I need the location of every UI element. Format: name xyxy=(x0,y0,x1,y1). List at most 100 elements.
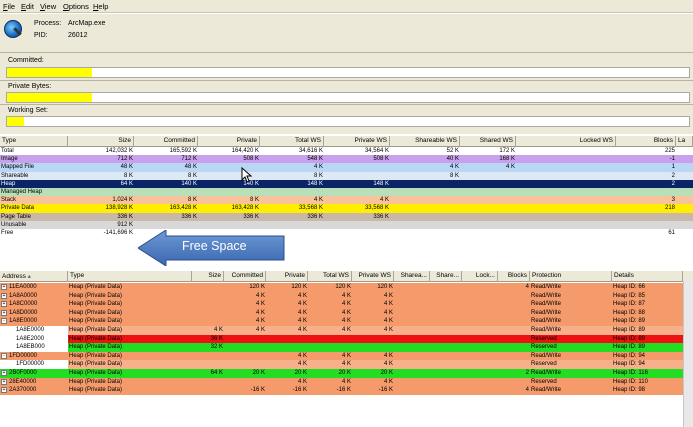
column-header[interactable]: Blocks xyxy=(616,136,676,147)
table-row[interactable]: +28E40000 Heap (Private Data) 4 K 4 K 4 K Res… xyxy=(0,377,693,387)
column-header[interactable]: La xyxy=(676,136,693,147)
column-header[interactable]: Shared WS xyxy=(460,136,516,147)
column-header[interactable]: Shareable WS xyxy=(390,136,460,147)
cell: 4 K xyxy=(341,352,351,359)
column-header[interactable]: Locked WS xyxy=(516,136,616,147)
column-header[interactable]: Share... xyxy=(430,271,462,282)
cell: 8 K xyxy=(187,172,197,179)
menu-options[interactable]: Options xyxy=(63,2,89,11)
column-header[interactable]: Total WS xyxy=(308,271,352,282)
cell: 165,592 K xyxy=(169,148,197,154)
table-row[interactable]: 1A8E0000 Heap (Private Data) 4 K 4 K 4 K 4 K 4… xyxy=(0,326,693,335)
column-header[interactable]: Committed xyxy=(224,271,266,282)
menu-view[interactable]: View xyxy=(40,2,56,11)
cell: -1FD00000 xyxy=(0,352,68,361)
table-row[interactable]: +1A8C0000 Heap (Private Data) 4 K 4 K 4 K 4 K… xyxy=(0,300,693,309)
table-row[interactable]: +11EA0000 Heap (Private Data) 120 K 120 K 12… xyxy=(0,283,693,292)
cell xyxy=(430,335,462,344)
menu-edit[interactable]: Edit xyxy=(21,2,34,11)
menu-file[interactable]: File xyxy=(3,2,15,11)
private-bytes-meter-fill xyxy=(7,93,93,102)
free-space-callout: Free Space xyxy=(137,229,286,267)
table-row[interactable]: -1FD00000 Heap (Private Data) 4 K 4 K 4 K Rea… xyxy=(0,351,693,361)
column-header[interactable]: Private xyxy=(266,271,308,282)
cell xyxy=(192,309,224,318)
summary-row[interactable]: Mapped File 48 K 48 K 4 K 4 K 4 K 1 xyxy=(0,163,693,172)
column-header[interactable]: Blocks xyxy=(498,271,530,282)
expand-icon[interactable]: + xyxy=(1,378,7,385)
cell: +1A8C0000 xyxy=(1,301,38,308)
menu-help[interactable]: Help xyxy=(93,2,108,11)
cell xyxy=(308,335,352,344)
table-row[interactable]: +2A370000 Heap (Private Data) -16 K -16 K -1… xyxy=(0,386,693,395)
expand-icon[interactable]: + xyxy=(1,284,7,290)
cell xyxy=(462,352,498,361)
cell xyxy=(324,188,390,196)
column-header[interactable]: Committed xyxy=(134,136,198,147)
committed-meter xyxy=(6,67,690,78)
summary-row[interactable]: Private Data 138,928 K 163,428 K 163,428 K 3… xyxy=(0,204,693,213)
collapse-icon[interactable]: - xyxy=(1,318,7,325)
cell: -1 xyxy=(669,156,675,163)
expand-icon[interactable]: + xyxy=(1,309,7,316)
cell: 2 xyxy=(671,172,675,179)
column-header[interactable]: Type xyxy=(0,136,68,147)
cell xyxy=(394,309,430,318)
vertical-scrollbar[interactable] xyxy=(683,281,693,427)
expand-icon[interactable]: + xyxy=(1,387,7,394)
cell: 4 K xyxy=(383,301,393,308)
column-header[interactable]: Private WS xyxy=(352,271,394,282)
summary-row[interactable]: Managed Heap xyxy=(0,188,693,197)
expand-icon[interactable]: + xyxy=(1,301,7,308)
summary-row[interactable]: Page Table 336 K 336 K 336 K 336 K 336 K xyxy=(0,212,693,221)
summary-row[interactable]: Free -141,696 K 61 xyxy=(0,229,693,238)
column-header[interactable]: Protection xyxy=(530,271,612,282)
cell xyxy=(430,343,462,352)
cell xyxy=(616,221,676,229)
summary-row[interactable]: Stack 1,024 K 8 K 8 K 4 K 4 K 3 xyxy=(0,196,693,205)
table-row[interactable]: 1FD00000 Heap (Private Data) 4 K 4 K 4 K Rese… xyxy=(0,360,693,369)
column-header[interactable]: Private WS xyxy=(324,136,390,147)
column-header[interactable]: Size xyxy=(192,271,224,282)
table-row[interactable]: 1A8E2000 Heap (Private Data) 36 K Reserved H… xyxy=(0,334,693,344)
cell: 33,568 K xyxy=(298,205,323,212)
cell: Shareable xyxy=(1,172,29,179)
cell: 20 K xyxy=(252,370,265,376)
summary-row[interactable]: Heap 64 K 140 K 140 K 148 K 148 K2 xyxy=(0,179,693,188)
column-header[interactable]: Private xyxy=(198,136,260,147)
cell: 34,616 K xyxy=(298,148,323,154)
column-header[interactable]: Details xyxy=(612,271,683,282)
cell xyxy=(394,300,430,309)
table-row[interactable]: +1A8D0000 Heap (Private Data) 4 K 4 K 4 K 4 K… xyxy=(0,308,693,318)
cell xyxy=(192,300,224,309)
cell xyxy=(224,360,266,369)
summary-row[interactable]: Image 712 K 712 K 508 K 548 K 508 K 40 K 168 K -… xyxy=(0,155,693,164)
table-row[interactable]: +1A8A0000 Heap (Private Data) 4 K 4 K 4 K 4 K… xyxy=(0,291,693,301)
column-header[interactable]: Address ▴ xyxy=(0,271,68,282)
summary-row[interactable]: Shareable 8 K 8 K 8 K 8 K 2 xyxy=(0,171,693,180)
cell: 48 K xyxy=(120,164,133,171)
summary-row[interactable]: Unusable 912 K xyxy=(0,220,693,229)
cell xyxy=(516,221,616,229)
cell: Read/Write xyxy=(531,352,561,359)
expand-icon[interactable]: + xyxy=(1,292,7,299)
expand-icon[interactable]: + xyxy=(1,370,7,376)
process-icon xyxy=(4,20,22,38)
cell xyxy=(224,352,266,361)
column-header[interactable]: Size xyxy=(68,136,134,147)
cell xyxy=(430,378,462,387)
table-row[interactable]: -1A8E0000 Heap (Private Data) 4 K 4 K 4 K 4 K… xyxy=(0,317,693,326)
column-header[interactable]: Type xyxy=(68,271,192,282)
cell xyxy=(260,221,324,229)
cell: 33,568 K xyxy=(364,205,389,212)
table-row[interactable]: +2B0F0000 Heap (Private Data) 64 K 20 K 20 K… xyxy=(0,369,693,378)
cell: 120 K xyxy=(335,284,351,290)
column-header[interactable]: Sharea... xyxy=(394,271,430,282)
summary-row[interactable]: Total 142,032 K 165,592 K 164,420 K 34,616 K… xyxy=(0,147,693,156)
cell: 4 K xyxy=(341,309,351,316)
cell: 336 K xyxy=(373,213,389,220)
column-header[interactable]: Total WS xyxy=(260,136,324,147)
collapse-icon[interactable]: - xyxy=(1,352,7,359)
column-header[interactable]: Lock... xyxy=(462,271,498,282)
table-row[interactable]: 1A8EB000 Heap (Private Data) 32 K Reserved H… xyxy=(0,343,693,352)
